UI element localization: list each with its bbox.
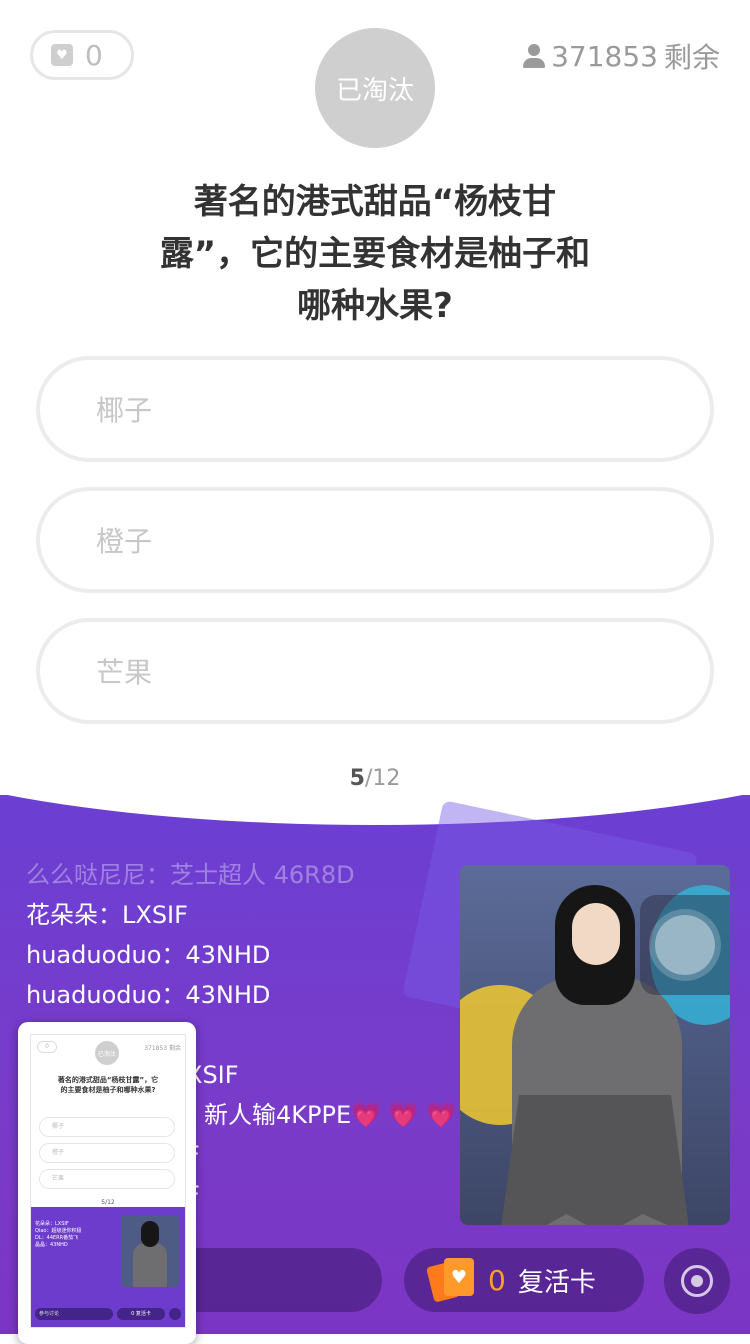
progress-total: /12	[364, 766, 401, 791]
thumb-lives: 0	[37, 1041, 57, 1053]
thumb-chat: 花朵朵：LXSIF Qiao：超级迷你积极 DL：44ERR番茄飞 晶晶：43N…	[35, 1221, 82, 1248]
question-text: 著名的港式甜品“杨枝甘 露”，它的主要食材是柚子和 哪种水果?	[130, 176, 620, 332]
circle-icon	[655, 915, 715, 975]
record-icon	[681, 1265, 713, 1297]
thumb-remaining: 371853 剩余	[144, 1045, 181, 1052]
remaining-label: 剩余	[663, 41, 720, 74]
assistive-touch-button[interactable]	[640, 895, 730, 995]
question-line: 著名的港式甜品“杨枝甘	[193, 182, 557, 222]
thumb-option: 橙子	[39, 1143, 175, 1163]
question-progress: 5/12	[0, 766, 750, 791]
thumb-progress: 5/12	[101, 1199, 115, 1206]
thumb-option: 椰子	[39, 1117, 175, 1137]
option-label: 芒果	[96, 656, 153, 689]
lives-counter[interactable]: ♥ 0	[30, 30, 134, 80]
revive-label: 复活卡	[517, 1267, 596, 1298]
thumb-stream-area: 花朵朵：LXSIF Qiao：超级迷你积极 DL：44ERR番茄飞 晶晶：43N…	[31, 1207, 185, 1327]
heart-icon: ♥	[51, 44, 73, 66]
thumb-option: 芒果	[39, 1169, 175, 1189]
answer-option-1[interactable]: 椰子	[36, 356, 714, 462]
chat-message: 么么哒尼尼：芝士超人 46R8D	[26, 861, 355, 889]
thumb-controls: 参与讨论 0 复活卡	[35, 1307, 181, 1321]
host-figure	[572, 903, 620, 965]
option-label: 橙子	[96, 525, 153, 558]
lives-count: 0	[85, 38, 103, 72]
thumbnail-content: 0 已淘汰 371853 剩余 著名的港式甜品“杨枝甘露”，它的主要食材是柚子和…	[30, 1034, 186, 1328]
revive-count: 0	[488, 1263, 506, 1297]
card-heart-icon: ♥	[426, 1258, 476, 1303]
screenshot-thumbnail[interactable]: 0 已淘汰 371853 剩余 著名的港式甜品“杨枝甘露”，它的主要食材是柚子和…	[18, 1022, 196, 1344]
thumb-status: 已淘汰	[95, 1041, 119, 1065]
progress-current: 5	[349, 766, 365, 791]
answer-option-2[interactable]: 橙子	[36, 487, 714, 593]
panel-curve	[0, 795, 750, 825]
question-line: 哪种水果?	[297, 286, 453, 326]
answer-option-3[interactable]: 芒果	[36, 618, 714, 724]
record-button[interactable]	[664, 1248, 730, 1314]
chat-message: huaduoduo：43NHD	[26, 981, 271, 1009]
revive-card-button[interactable]: ♥ 0 复活卡	[404, 1248, 644, 1312]
eliminated-status: 已淘汰	[315, 28, 435, 148]
thumb-video	[121, 1215, 179, 1287]
chat-message: huaduoduo：43NHD	[26, 941, 271, 969]
user-icon	[523, 44, 546, 68]
option-label: 椰子	[96, 394, 153, 427]
host-figure	[500, 1095, 690, 1225]
chat-message: 花朵朵：LXSIF	[26, 901, 188, 929]
question-line: 露”，它的主要食材是柚子和	[159, 234, 591, 274]
thumb-question: 著名的港式甜品“杨枝甘露”，它的主要食材是柚子和哪种水果?	[57, 1076, 159, 1094]
remaining-players: 371853 剩余	[523, 36, 720, 76]
remaining-count: 371853	[551, 39, 658, 73]
